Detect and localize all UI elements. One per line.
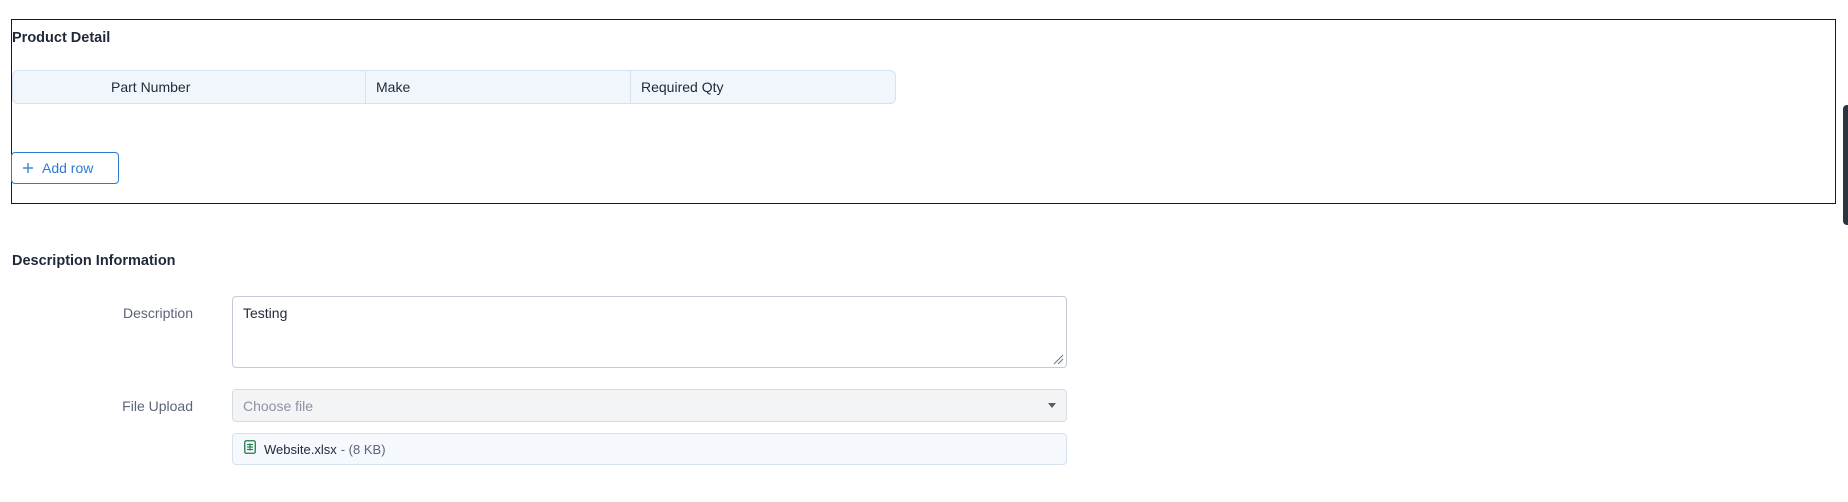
product-detail-title: Product Detail (12, 30, 111, 46)
add-row-button[interactable]: Add row (11, 152, 119, 184)
chevron-down-icon (1048, 403, 1056, 408)
product-detail-section: Product Detail Part Number Make Required… (11, 19, 1836, 204)
subform-table-header: Part Number Make Required Qty (12, 70, 896, 104)
description-textarea[interactable]: Testing (232, 296, 1067, 368)
resize-grip-icon[interactable] (1052, 353, 1064, 365)
uploaded-file-chip[interactable]: Website.xlsx - (8 KB) (232, 433, 1067, 465)
description-label: Description (122, 305, 193, 321)
description-value: Testing (243, 305, 288, 321)
file-upload-placeholder: Choose file (243, 397, 314, 414)
column-header-part-number: Part Number (13, 71, 366, 103)
spreadsheet-file-icon (244, 439, 256, 459)
column-header-make: Make (366, 71, 631, 103)
side-panel-tab[interactable] (1843, 105, 1848, 225)
description-information-title: Description Information (12, 253, 176, 269)
file-upload-label: File Upload (122, 398, 193, 414)
uploaded-file-size: - (8 KB) (340, 441, 386, 457)
plus-icon (22, 159, 34, 177)
column-header-required-qty: Required Qty (641, 79, 724, 95)
file-upload-select[interactable]: Choose file (232, 389, 1067, 422)
uploaded-file-name[interactable]: Website.xlsx (264, 442, 337, 457)
add-row-label: Add row (42, 160, 94, 176)
